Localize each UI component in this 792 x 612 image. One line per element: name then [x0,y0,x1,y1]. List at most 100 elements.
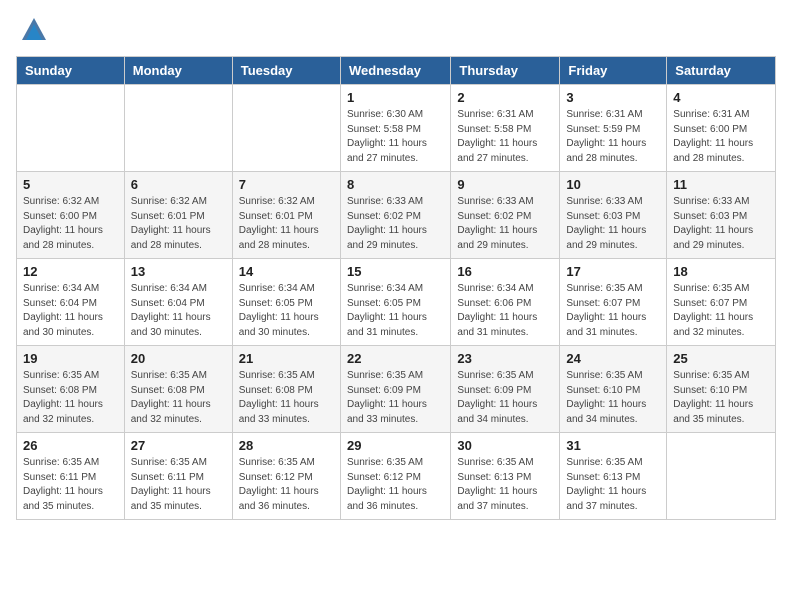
day-number: 31 [566,438,660,453]
day-info: Sunrise: 6:31 AMSunset: 5:59 PMDaylight:… [566,108,660,166]
day-info: Sunrise: 6:34 AMSunset: 6:04 PMDaylight:… [23,282,118,340]
calendar-table: SundayMondayTuesdayWednesdayThursdayFrid… [16,56,776,520]
calendar-cell: 15 Sunrise: 6:34 AMSunset: 6:05 PMDayligh… [340,259,450,346]
calendar-cell: 13 Sunrise: 6:34 AMSunset: 6:04 PMDayligh… [124,259,232,346]
calendar-cell: 30 Sunrise: 6:35 AMSunset: 6:13 PMDayligh… [451,433,560,520]
day-header-friday: Friday [560,57,667,85]
day-info: Sunrise: 6:35 AMSunset: 6:09 PMDaylight:… [457,369,553,427]
calendar-cell: 29 Sunrise: 6:35 AMSunset: 6:12 PMDayligh… [340,433,450,520]
calendar-cell [667,433,776,520]
day-info: Sunrise: 6:30 AMSunset: 5:58 PMDaylight:… [347,108,444,166]
calendar-cell: 12 Sunrise: 6:34 AMSunset: 6:04 PMDayligh… [17,259,125,346]
calendar-cell: 23 Sunrise: 6:35 AMSunset: 6:09 PMDayligh… [451,346,560,433]
page-header [16,16,776,44]
calendar-cell: 18 Sunrise: 6:35 AMSunset: 6:07 PMDayligh… [667,259,776,346]
calendar-cell: 2 Sunrise: 6:31 AMSunset: 5:58 PMDaylight… [451,85,560,172]
day-header-thursday: Thursday [451,57,560,85]
day-info: Sunrise: 6:35 AMSunset: 6:08 PMDaylight:… [131,369,226,427]
day-number: 25 [673,351,769,366]
calendar-cell: 25Sunrise: 6:35 AMSunset: 6:10 PMDayligh… [667,346,776,433]
day-number: 29 [347,438,444,453]
day-number: 9 [457,177,553,192]
calendar-cell [17,85,125,172]
day-info: Sunrise: 6:32 AMSunset: 6:01 PMDaylight:… [239,195,334,253]
day-number: 22 [347,351,444,366]
day-info: Sunrise: 6:34 AMSunset: 6:06 PMDaylight:… [457,282,553,340]
calendar-cell [124,85,232,172]
day-info: Sunrise: 6:34 AMSunset: 6:05 PMDaylight:… [239,282,334,340]
day-number: 12 [23,264,118,279]
calendar-cell: 27 Sunrise: 6:35 AMSunset: 6:11 PMDayligh… [124,433,232,520]
day-info: Sunrise: 6:34 AMSunset: 6:04 PMDaylight:… [131,282,226,340]
day-info: Sunrise: 6:33 AMSunset: 6:03 PMDaylight:… [673,195,769,253]
week-row: 12 Sunrise: 6:34 AMSunset: 6:04 PMDayligh… [17,259,776,346]
logo-icon [20,16,48,44]
week-row: 1 Sunrise: 6:30 AMSunset: 5:58 PMDaylight… [17,85,776,172]
day-info: Sunrise: 6:35 AMSunset: 6:12 PMDaylight:… [347,456,444,514]
day-info: Sunrise: 6:35 AMSunset: 6:10 PMDaylight:… [566,369,660,427]
calendar-cell: 20Sunrise: 6:35 AMSunset: 6:08 PMDayligh… [124,346,232,433]
day-number: 16 [457,264,553,279]
day-number: 8 [347,177,444,192]
calendar-cell: 4Sunrise: 6:31 AMSunset: 6:00 PMDaylight… [667,85,776,172]
day-number: 19 [23,351,118,366]
day-number: 28 [239,438,334,453]
calendar-cell: 1 Sunrise: 6:30 AMSunset: 5:58 PMDaylight… [340,85,450,172]
day-number: 23 [457,351,553,366]
day-info: Sunrise: 6:34 AMSunset: 6:05 PMDaylight:… [347,282,444,340]
day-number: 18 [673,264,769,279]
day-number: 15 [347,264,444,279]
calendar-cell: 14 Sunrise: 6:34 AMSunset: 6:05 PMDayligh… [232,259,340,346]
calendar-cell: 10 Sunrise: 6:33 AMSunset: 6:03 PMDayligh… [560,172,667,259]
day-header-saturday: Saturday [667,57,776,85]
day-number: 27 [131,438,226,453]
day-info: Sunrise: 6:33 AMSunset: 6:03 PMDaylight:… [566,195,660,253]
day-info: Sunrise: 6:35 AMSunset: 6:11 PMDaylight:… [23,456,118,514]
week-row: 26Sunrise: 6:35 AMSunset: 6:11 PMDayligh… [17,433,776,520]
day-number: 7 [239,177,334,192]
calendar-cell: 7 Sunrise: 6:32 AMSunset: 6:01 PMDaylight… [232,172,340,259]
calendar-cell: 5Sunrise: 6:32 AMSunset: 6:00 PMDaylight… [17,172,125,259]
day-number: 6 [131,177,226,192]
calendar-cell: 6 Sunrise: 6:32 AMSunset: 6:01 PMDaylight… [124,172,232,259]
day-info: Sunrise: 6:35 AMSunset: 6:08 PMDaylight:… [23,369,118,427]
day-info: Sunrise: 6:32 AMSunset: 6:01 PMDaylight:… [131,195,226,253]
day-header-tuesday: Tuesday [232,57,340,85]
day-number: 2 [457,90,553,105]
day-info: Sunrise: 6:35 AMSunset: 6:13 PMDaylight:… [457,456,553,514]
day-number: 24 [566,351,660,366]
day-info: Sunrise: 6:35 AMSunset: 6:09 PMDaylight:… [347,369,444,427]
calendar-cell: 31 Sunrise: 6:35 AMSunset: 6:13 PMDayligh… [560,433,667,520]
logo [16,16,48,44]
day-header-wednesday: Wednesday [340,57,450,85]
day-info: Sunrise: 6:35 AMSunset: 6:13 PMDaylight:… [566,456,660,514]
day-number: 13 [131,264,226,279]
day-number: 4 [673,90,769,105]
day-header-sunday: Sunday [17,57,125,85]
day-info: Sunrise: 6:31 AMSunset: 5:58 PMDaylight:… [457,108,553,166]
day-info: Sunrise: 6:35 AMSunset: 6:08 PMDaylight:… [239,369,334,427]
day-number: 17 [566,264,660,279]
day-number: 30 [457,438,553,453]
calendar-cell: 11 Sunrise: 6:33 AMSunset: 6:03 PMDayligh… [667,172,776,259]
calendar-cell [232,85,340,172]
calendar-cell: 28Sunrise: 6:35 AMSunset: 6:12 PMDayligh… [232,433,340,520]
day-number: 11 [673,177,769,192]
day-number: 10 [566,177,660,192]
day-number: 1 [347,90,444,105]
day-info: Sunrise: 6:35 AMSunset: 6:07 PMDaylight:… [673,282,769,340]
day-header-monday: Monday [124,57,232,85]
calendar-cell: 19 Sunrise: 6:35 AMSunset: 6:08 PMDayligh… [17,346,125,433]
day-info: Sunrise: 6:35 AMSunset: 6:11 PMDaylight:… [131,456,226,514]
calendar-cell: 3Sunrise: 6:31 AMSunset: 5:59 PMDaylight… [560,85,667,172]
calendar-cell: 21Sunrise: 6:35 AMSunset: 6:08 PMDayligh… [232,346,340,433]
week-row: 19 Sunrise: 6:35 AMSunset: 6:08 PMDayligh… [17,346,776,433]
day-info: Sunrise: 6:35 AMSunset: 6:07 PMDaylight:… [566,282,660,340]
day-info: Sunrise: 6:32 AMSunset: 6:00 PMDaylight:… [23,195,118,253]
calendar-cell: 9 Sunrise: 6:33 AMSunset: 6:02 PMDaylight… [451,172,560,259]
calendar-cell: 16 Sunrise: 6:34 AMSunset: 6:06 PMDayligh… [451,259,560,346]
calendar-cell: 22 Sunrise: 6:35 AMSunset: 6:09 PMDayligh… [340,346,450,433]
day-number: 14 [239,264,334,279]
calendar-cell: 26Sunrise: 6:35 AMSunset: 6:11 PMDayligh… [17,433,125,520]
day-info: Sunrise: 6:33 AMSunset: 6:02 PMDaylight:… [457,195,553,253]
